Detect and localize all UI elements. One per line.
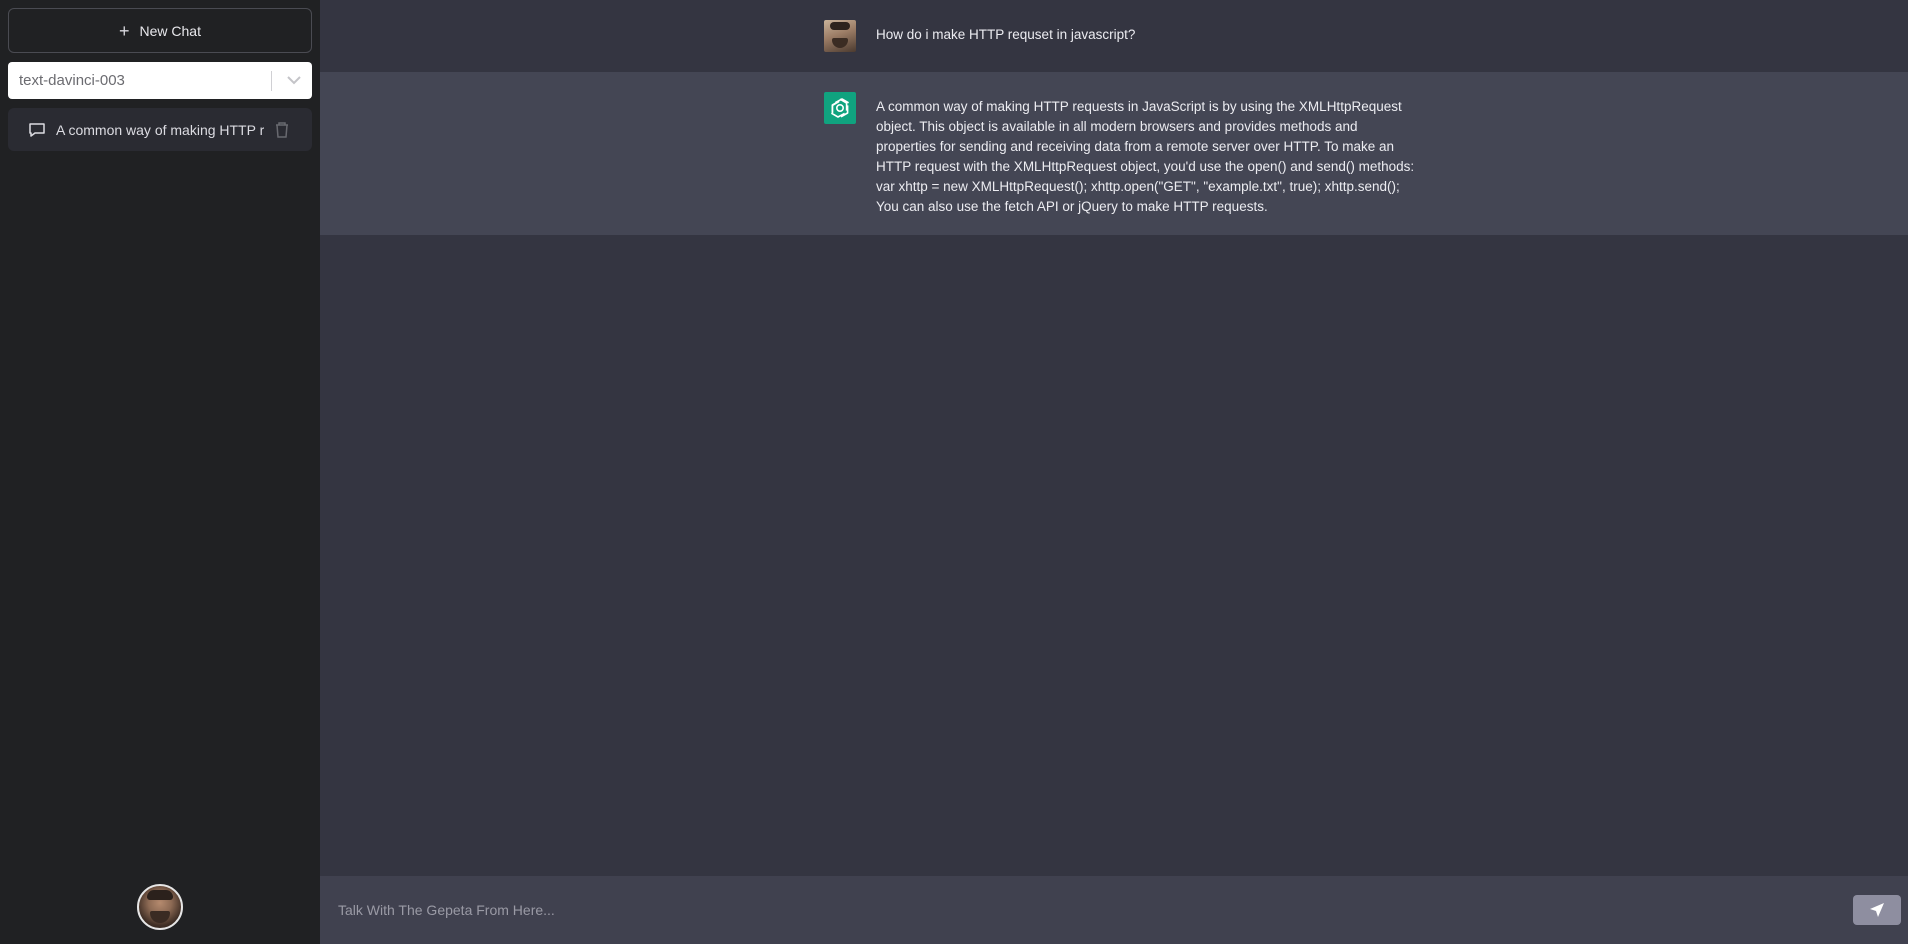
send-button[interactable] xyxy=(1853,895,1901,925)
chevron-down-icon[interactable] xyxy=(280,76,308,85)
chat-main: How do i make HTTP requset in javascript… xyxy=(320,0,1908,944)
model-select-separator xyxy=(271,70,272,91)
user-message-avatar xyxy=(824,20,856,52)
history-item[interactable]: A common way of making HTTP requests in … xyxy=(8,108,312,151)
app-root: + New Chat text-davinci-003 A common way… xyxy=(0,0,1908,944)
avatar-hair xyxy=(830,22,850,30)
avatar-beard xyxy=(832,38,848,48)
assistant-message-text: A common way of making HTTP requests in … xyxy=(876,99,1415,214)
input-bar xyxy=(320,876,1908,944)
user-message-text: How do i make HTTP requset in javascript… xyxy=(876,27,1136,42)
chat-input[interactable] xyxy=(338,895,1838,925)
avatar-beard xyxy=(150,911,170,923)
assistant-message: A common way of making HTTP requests in … xyxy=(320,72,1908,235)
sidebar: + New Chat text-davinci-003 A common way… xyxy=(0,0,320,944)
new-chat-label: New Chat xyxy=(139,22,201,39)
user-avatar[interactable] xyxy=(137,884,183,930)
chat-bubble-icon xyxy=(28,121,46,139)
avatar-hair xyxy=(147,890,173,900)
send-icon xyxy=(1869,902,1885,918)
plus-icon: + xyxy=(119,20,130,41)
model-select-value: text-davinci-003 xyxy=(19,72,125,89)
trash-icon[interactable] xyxy=(274,121,290,139)
user-message: How do i make HTTP requset in javascript… xyxy=(320,0,1908,72)
history-item-label: A common way of making HTTP requests in … xyxy=(56,121,264,138)
model-select[interactable]: text-davinci-003 xyxy=(8,62,312,99)
new-chat-button[interactable]: + New Chat xyxy=(8,8,312,53)
openai-logo-icon xyxy=(824,92,856,124)
